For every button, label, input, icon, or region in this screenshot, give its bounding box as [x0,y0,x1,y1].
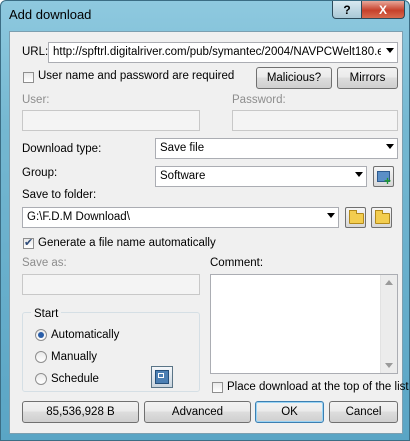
generate-name-label[interactable]: Generate a file name automatically [38,237,216,249]
download-type-select[interactable]: Save file [155,138,398,159]
folder-icon [349,210,364,224]
auth-checkbox-label[interactable]: User name and password are required [38,70,234,82]
start-schedule-radio[interactable] [35,373,47,385]
user-label: User: [22,94,50,106]
start-group-title: Start [31,308,62,320]
help-button[interactable]: ? [332,1,362,19]
auth-checkbox[interactable] [23,72,34,83]
close-icon: X [378,2,387,17]
dialog-body: URL: http://spftrl.digitalriver.com/pub/… [9,31,409,434]
scroll-down-icon[interactable] [385,363,393,368]
password-field[interactable] [232,110,398,131]
url-label: URL: [22,46,49,58]
top-of-list-label[interactable]: Place download at the top of the list [227,381,409,393]
group-value: Software [160,170,206,182]
chevron-down-icon[interactable] [327,213,335,218]
ok-button[interactable]: OK [255,401,324,423]
malicious-button-label: Malicious? [266,72,322,84]
download-type-label: Download type: [22,143,102,155]
save-folder-label: Save to folder: [22,189,97,201]
close-button[interactable]: X [361,1,405,19]
ok-button-label: OK [281,406,298,418]
save-folder-combo[interactable]: G:\F.D.M Download\ [22,207,339,228]
password-label: Password: [232,94,286,106]
size-button-label: 85,536,928 B [46,406,115,418]
folder-open-icon [375,210,390,224]
window-title: Add download [9,7,92,22]
help-icon: ? [343,2,351,17]
add-group-button[interactable]: + [373,166,394,187]
start-manual-radio[interactable] [35,351,47,363]
calendar-grid [158,373,164,378]
scroll-up-icon[interactable] [385,280,393,285]
start-group [22,312,200,392]
group-label: Group: [22,167,58,179]
title-bar[interactable]: Add download ? X [1,1,409,29]
chevron-down-icon[interactable] [355,172,363,177]
malicious-button[interactable]: Malicious? [256,67,332,89]
save-folder-value: G:\F.D.M Download\ [27,211,130,223]
cancel-button[interactable]: Cancel [329,401,398,423]
add-download-window: Add download ? X URL: http://spftrl.digi… [0,0,410,441]
url-combo[interactable]: http://spftrl.digitalriver.com/pub/syman… [48,42,398,63]
cancel-button-label: Cancel [345,406,382,418]
save-as-field[interactable] [22,274,200,295]
top-of-list-checkbox[interactable] [212,382,223,393]
download-type-value: Save file [160,142,205,154]
generate-name-checkbox[interactable] [23,236,34,249]
start-auto-radio[interactable] [35,329,47,341]
comment-field[interactable] [210,274,398,374]
mirrors-button-label: Mirrors [349,72,386,84]
comment-label: Comment: [210,257,264,269]
chevron-down-icon[interactable] [386,48,394,53]
plus-icon: + [384,174,392,188]
user-field[interactable] [22,110,200,131]
advanced-button[interactable]: Advanced [144,401,251,423]
mirrors-button[interactable]: Mirrors [337,67,398,89]
browse-folder-button[interactable] [345,207,366,228]
url-value: http://spftrl.digitalriver.com/pub/syman… [53,46,381,58]
start-auto-label[interactable]: Automatically [51,329,119,341]
advanced-button-label: Advanced [171,406,224,418]
open-folder-button[interactable] [371,207,392,228]
start-schedule-label[interactable]: Schedule [51,373,99,385]
comment-scrollbar[interactable] [380,275,397,373]
start-manual-label[interactable]: Manually [51,351,97,363]
group-select[interactable]: Software [155,166,367,187]
chevron-down-icon[interactable] [386,144,394,149]
save-as-label: Save as: [22,257,67,269]
size-button[interactable]: 85,536,928 B [22,401,139,423]
schedule-button[interactable] [151,366,173,388]
